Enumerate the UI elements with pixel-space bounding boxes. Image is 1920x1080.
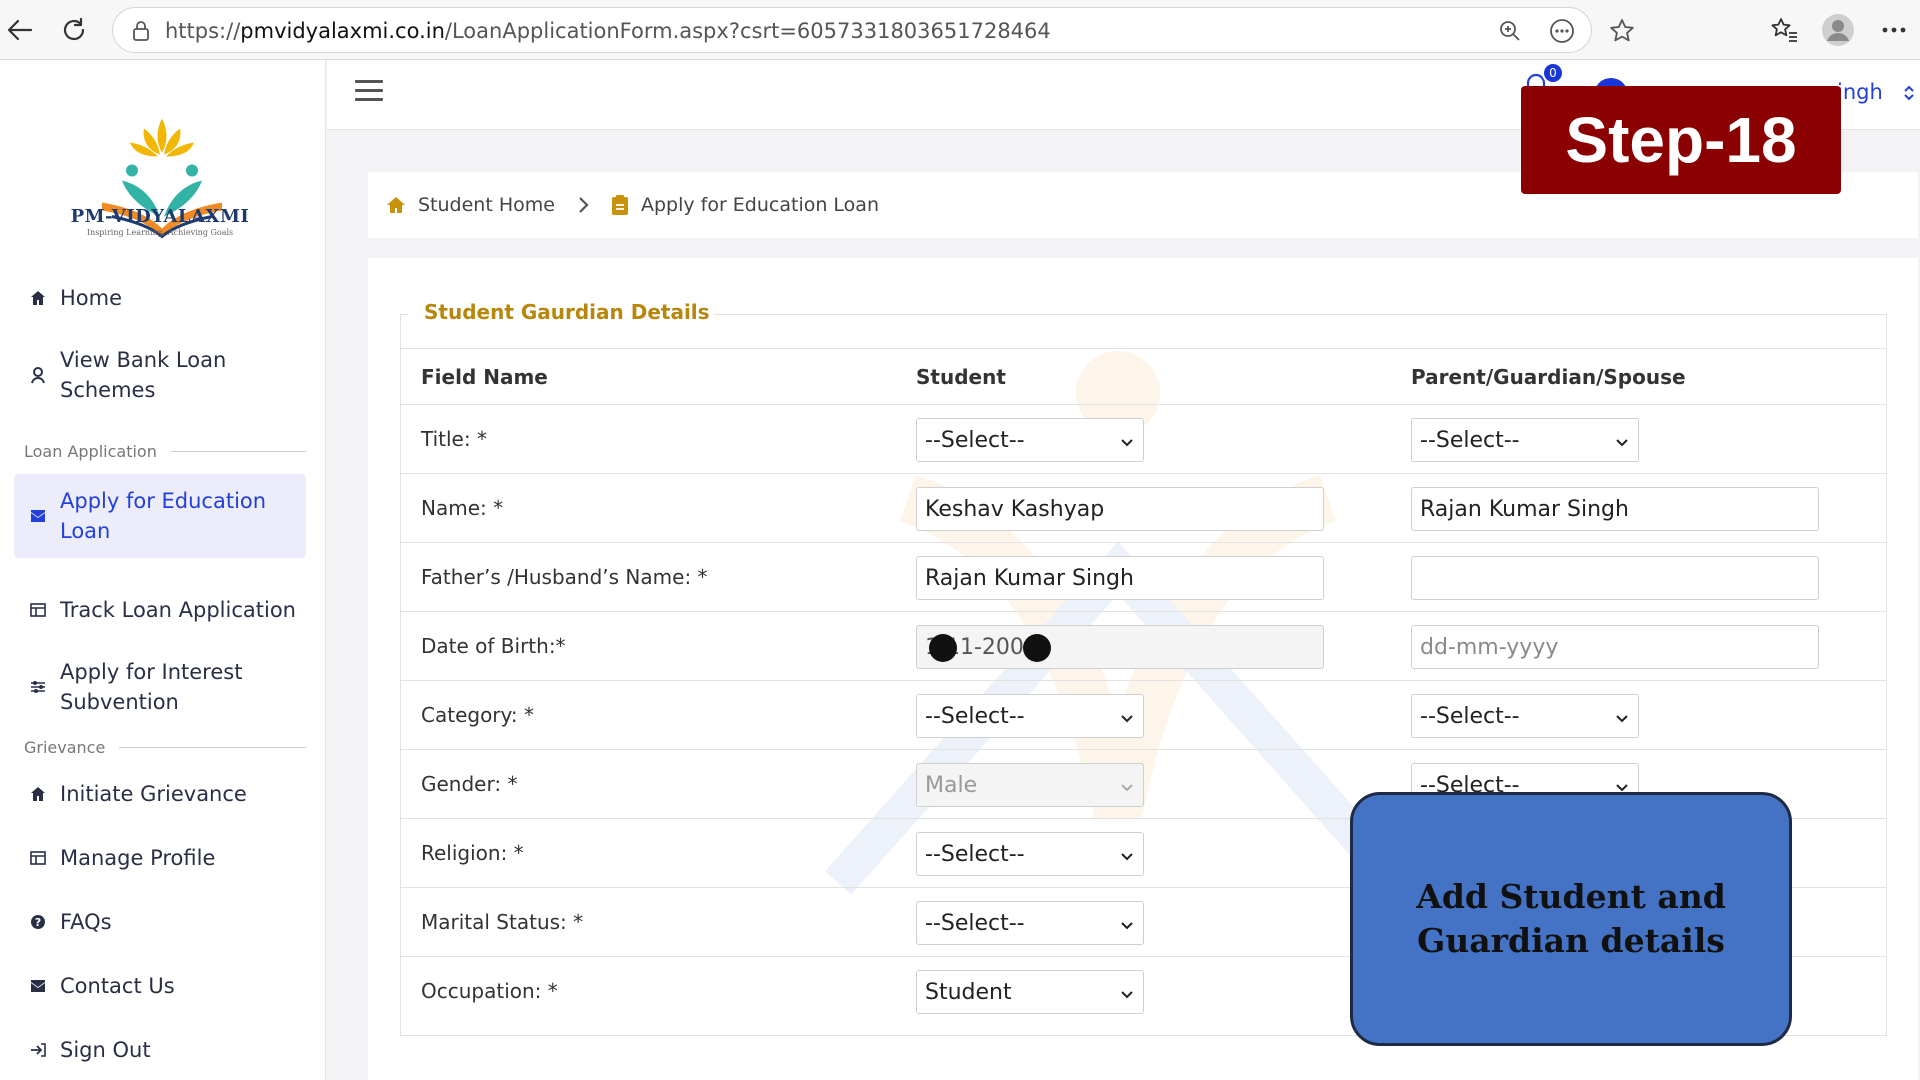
guardian-name-input[interactable]: Rajan Kumar Singh <box>1411 487 1819 531</box>
student-occupation-select[interactable]: Student <box>916 970 1144 1014</box>
reload-icon <box>63 17 85 41</box>
fieldset-legend: Student Gaurdian Details <box>420 300 714 324</box>
chevron-updown-icon[interactable] <box>1903 84 1915 106</box>
chevron-down-icon <box>1119 707 1135 732</box>
column-header-student: Student <box>916 365 1006 389</box>
chevron-down-icon <box>1119 431 1135 456</box>
mail-icon <box>28 506 48 526</box>
sidebar-item-apply-education-loan[interactable]: Apply for Education Loan <box>14 474 306 558</box>
sidebar-item-view-bank-loan-schemes[interactable]: View Bank Loan Schemes <box>14 340 306 410</box>
chevron-down-icon <box>1119 983 1135 1008</box>
chevron-down-icon <box>1119 914 1135 939</box>
bank-icon <box>28 365 48 385</box>
student-category-select[interactable]: --Select-- <box>916 694 1144 738</box>
table-row-dob: Date of Birth:* 1 11-200 dd-mm-yyyy <box>401 611 1886 680</box>
column-header-field-name: Field Name <box>421 365 548 389</box>
guardian-title-select[interactable]: --Select-- <box>1411 418 1639 462</box>
sidebar-item-apply-interest-subvention[interactable]: Apply for Interest Subvention <box>14 652 306 722</box>
guardian-father-name-input[interactable] <box>1411 556 1819 600</box>
reload-button[interactable] <box>56 12 92 48</box>
chevron-down-icon <box>1614 707 1630 732</box>
sidebar-item-home[interactable]: Home <box>14 278 306 318</box>
chevron-down-icon <box>1614 431 1630 456</box>
star-icon[interactable] <box>1609 18 1635 44</box>
chevron-down-icon <box>1119 776 1135 801</box>
section-divider <box>170 451 306 452</box>
sidebar-item-initiate-grievance[interactable]: Initiate Grievance <box>14 774 306 814</box>
notification-badge: 0 <box>1542 62 1564 84</box>
student-name-input[interactable]: Keshav Kashyap <box>916 487 1324 531</box>
table-icon <box>28 848 48 868</box>
sidebar: PM-VIDYALAXMI Inspiring Learning, Achiev… <box>0 60 326 1080</box>
step-banner: Step-18 <box>1521 86 1841 194</box>
table-icon <box>28 600 48 620</box>
instruction-callout: Add Student and Guardian details <box>1350 792 1792 1046</box>
favorites-icon[interactable] <box>1768 14 1800 46</box>
student-religion-select[interactable]: --Select-- <box>916 832 1144 876</box>
browser-toolbar: https://pmvidyalaxmi.co.in/LoanApplicati… <box>0 0 1920 60</box>
redaction-dot <box>929 634 957 662</box>
sidebar-item-track-loan-application[interactable]: Track Loan Application <box>14 590 306 630</box>
chevron-down-icon <box>1119 845 1135 870</box>
menu-dots-icon[interactable] <box>1878 14 1910 46</box>
sidebar-item-faqs[interactable]: ? FAQs <box>14 902 306 942</box>
table-row-name: Name: * Keshav Kashyap Rajan Kumar Singh <box>401 473 1886 542</box>
student-title-select[interactable]: --Select-- <box>916 418 1144 462</box>
table-header-row: Field Name Student Parent/Guardian/Spous… <box>401 348 1886 404</box>
sliders-icon <box>28 677 48 697</box>
student-gender-select[interactable]: Male <box>916 763 1144 807</box>
mail-icon <box>28 976 48 996</box>
sidebar-section-grievance: Grievance <box>24 738 306 757</box>
guardian-dob-input[interactable]: dd-mm-yyyy <box>1411 625 1819 669</box>
lock-icon <box>131 20 151 46</box>
more-options-icon[interactable] <box>1549 18 1575 44</box>
arrow-left-icon <box>7 19 33 41</box>
brand-name: PM-VIDYALAXMI <box>70 206 250 227</box>
chevron-right-icon <box>577 196 589 214</box>
home-icon <box>386 196 406 214</box>
sidebar-section-loan-application: Loan Application <box>24 442 306 461</box>
svg-text:?: ? <box>35 916 41 929</box>
breadcrumb-current: Apply for Education Loan <box>640 194 879 216</box>
column-header-guardian: Parent/Guardian/Spouse <box>1411 365 1686 389</box>
sign-out-icon <box>28 1040 48 1060</box>
address-bar[interactable]: https://pmvidyalaxmi.co.in/LoanApplicati… <box>112 7 1634 53</box>
back-button[interactable] <box>2 12 38 48</box>
student-dob-input[interactable]: 1 11-200 <box>916 625 1324 669</box>
sidebar-item-contact-us[interactable]: Contact Us <box>14 966 306 1006</box>
breadcrumb-student-home[interactable]: Student Home <box>418 194 555 216</box>
student-marital-status-select[interactable]: --Select-- <box>916 901 1144 945</box>
table-row-title: Title: * --Select-- --Select-- <box>401 404 1886 473</box>
table-row-father-name: Father’s /Husband’s Name: * Rajan Kumar … <box>401 542 1886 611</box>
home-icon <box>28 784 48 804</box>
zoom-icon[interactable] <box>1497 18 1523 44</box>
table-row-category: Category: * --Select-- --Select-- <box>401 680 1886 749</box>
url-text: https://pmvidyalaxmi.co.in/LoanApplicati… <box>165 19 1051 43</box>
sidebar-item-manage-profile[interactable]: Manage Profile <box>14 838 306 878</box>
user-name[interactable]: ingh <box>1837 80 1883 104</box>
student-father-name-input[interactable]: Rajan Kumar Singh <box>916 556 1324 600</box>
home-icon <box>28 288 48 308</box>
guardian-category-select[interactable]: --Select-- <box>1411 694 1639 738</box>
section-divider <box>119 747 306 748</box>
profile-avatar-icon[interactable] <box>1822 14 1854 46</box>
sidebar-item-sign-out[interactable]: Sign Out <box>14 1030 306 1070</box>
hamburger-menu-icon[interactable] <box>355 80 383 102</box>
brand-tagline: Inspiring Learning, Achieving Goals <box>86 228 234 237</box>
clipboard-icon <box>611 194 629 216</box>
question-icon: ? <box>28 912 48 932</box>
redaction-dot <box>1023 634 1051 662</box>
